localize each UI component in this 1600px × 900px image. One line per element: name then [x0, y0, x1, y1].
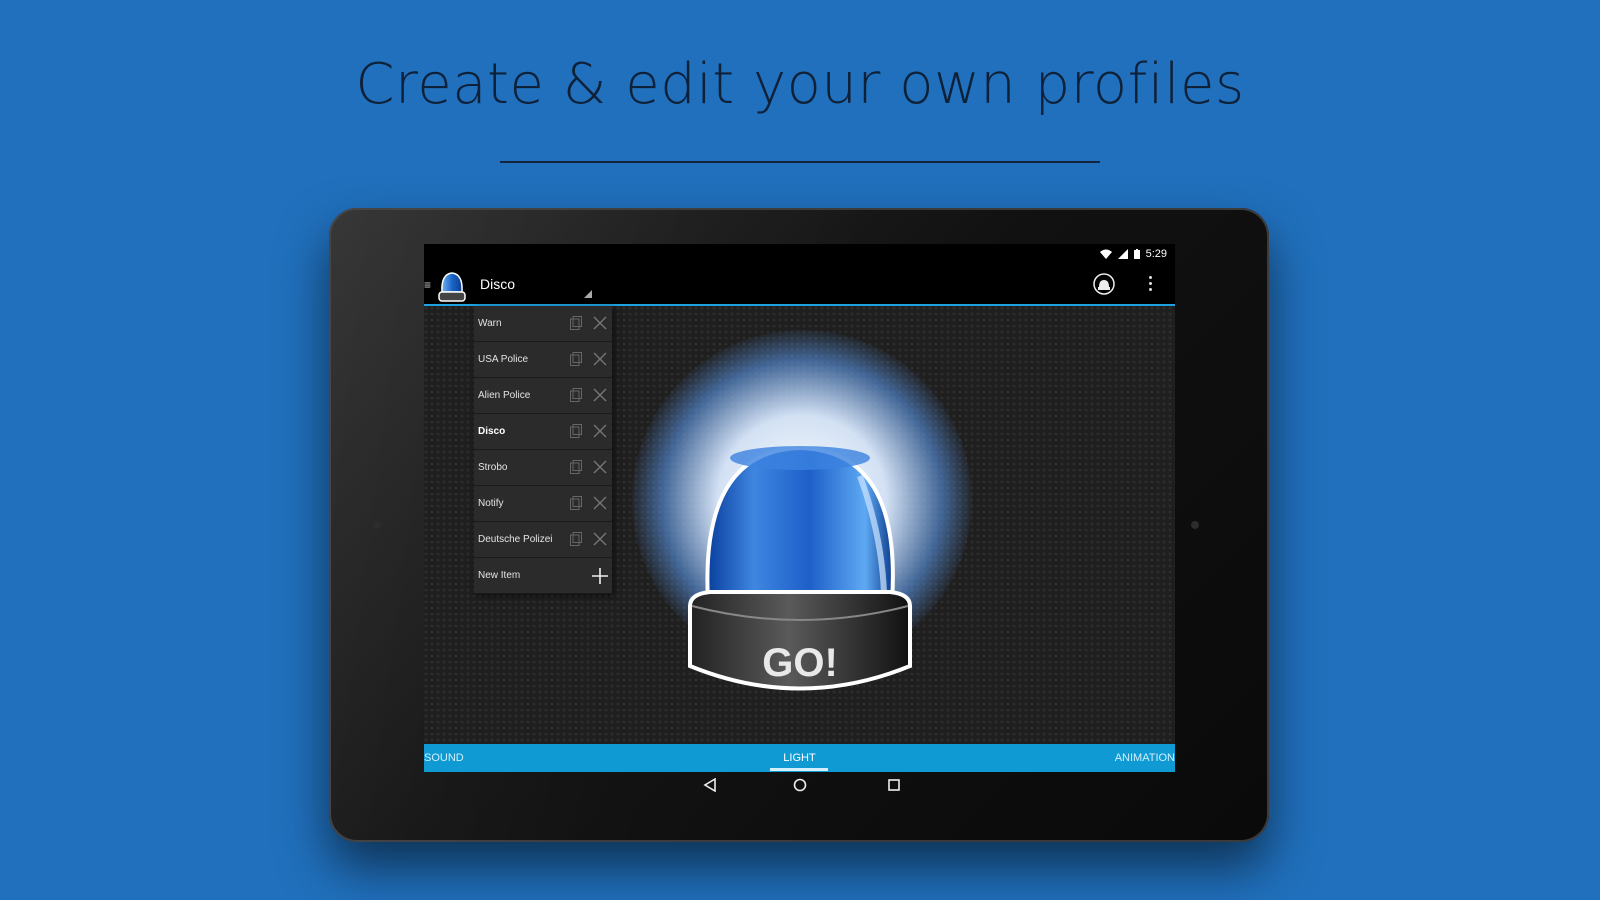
more-vert-icon[interactable] — [1149, 276, 1153, 294]
battery-icon — [1133, 249, 1140, 259]
tab-light[interactable]: LIGHT — [424, 752, 1175, 764]
delete-icon[interactable] — [593, 496, 607, 510]
signal-icon — [1117, 249, 1128, 259]
copy-icon[interactable] — [570, 496, 582, 510]
new-item-row[interactable]: New Item — [474, 558, 612, 594]
tab-bar: SOUND LIGHT ANIMATION — [424, 744, 1175, 772]
go-label: GO! — [762, 641, 838, 685]
home-icon[interactable] — [793, 778, 807, 792]
profile-label: Alien Police — [478, 390, 531, 401]
recents-icon[interactable] — [887, 778, 901, 792]
profile-label: USA Police — [478, 354, 529, 365]
new-item-label: New Item — [478, 570, 521, 581]
profile-item-strobo[interactable]: Strobo — [474, 450, 612, 486]
copy-icon[interactable] — [570, 316, 582, 330]
delete-icon[interactable] — [593, 532, 607, 546]
delete-icon[interactable] — [593, 424, 607, 438]
profile-item-warn[interactable]: Warn — [474, 306, 612, 342]
beacon-logo-icon[interactable] — [436, 270, 468, 304]
profile-label: Warn — [478, 318, 502, 329]
menu-icon[interactable]: ≡ — [424, 278, 431, 292]
headline: Create & edit your own profiles — [355, 52, 1245, 117]
status-time: 5:29 — [1145, 248, 1167, 260]
back-icon[interactable] — [703, 778, 717, 792]
profile-item-deutsche-polizei[interactable]: Deutsche Polizei — [474, 522, 612, 558]
profile-label: Disco — [478, 426, 506, 437]
copy-icon[interactable] — [570, 424, 582, 438]
profile-label: Notify — [478, 498, 504, 509]
copy-icon[interactable] — [570, 388, 582, 402]
profile-item-notify[interactable]: Notify — [474, 486, 612, 522]
copy-icon[interactable] — [570, 352, 582, 366]
delete-icon[interactable] — [593, 460, 607, 474]
light-content: GO! Warn USA Police Alien Police Disco S… — [424, 306, 1175, 744]
sensor-icon — [1191, 521, 1199, 529]
wifi-icon — [1099, 249, 1112, 259]
profile-dropdown: Warn USA Police Alien Police Disco Strob — [474, 306, 612, 594]
spinner-arrow-icon[interactable] — [584, 290, 592, 298]
headline-divider — [500, 161, 1100, 163]
app-screen: 5:29 ≡ Disco GO! Warn USA Police Alien P… — [424, 244, 1175, 772]
profile-item-disco[interactable]: Disco — [474, 414, 612, 450]
camera-icon — [373, 521, 381, 529]
tab-animation[interactable]: ANIMATION — [1115, 752, 1175, 764]
copy-icon[interactable] — [570, 460, 582, 474]
delete-icon[interactable] — [593, 352, 607, 366]
overlay-toggle-icon[interactable] — [1092, 272, 1116, 296]
app-bar: ≡ Disco — [424, 264, 1175, 306]
profile-item-alien-police[interactable]: Alien Police — [474, 378, 612, 414]
profile-item-usa-police[interactable]: USA Police — [474, 342, 612, 378]
system-nav-bar — [424, 772, 1175, 800]
profile-label: Deutsche Polizei — [478, 534, 553, 545]
status-bar: 5:29 — [424, 244, 1175, 264]
delete-icon[interactable] — [593, 316, 607, 330]
go-beacon-button[interactable]: GO! — [670, 426, 934, 716]
profile-label: Strobo — [478, 462, 508, 473]
delete-icon[interactable] — [593, 388, 607, 402]
profile-spinner-title[interactable]: Disco — [480, 276, 515, 292]
tab-indicator — [770, 768, 828, 771]
add-icon[interactable] — [591, 567, 609, 585]
copy-icon[interactable] — [570, 532, 582, 546]
